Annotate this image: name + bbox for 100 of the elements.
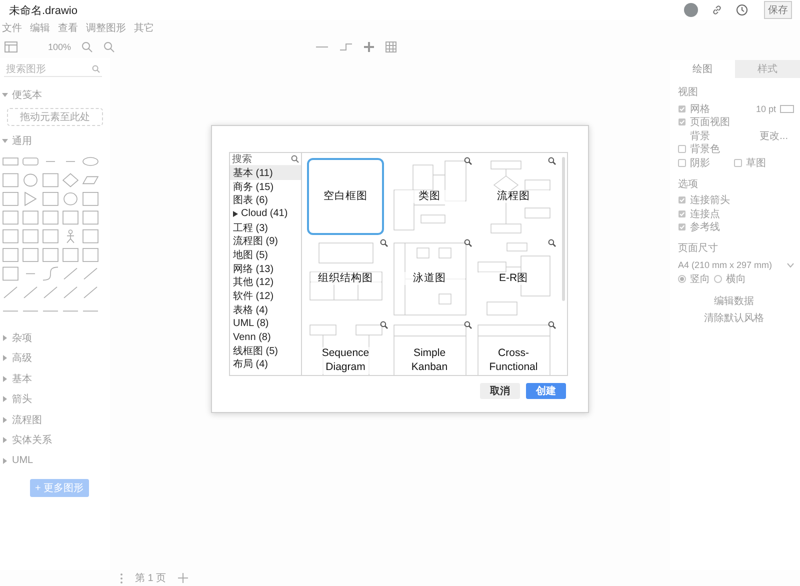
category-item[interactable]: 地图 (5) xyxy=(230,248,301,262)
option-label: 连接点 xyxy=(690,208,720,221)
option-label: 页面视图 xyxy=(690,116,730,130)
section-header[interactable]: 箭头 xyxy=(12,392,32,406)
page-tab[interactable]: 第 1 页 xyxy=(135,571,166,585)
panel-tab[interactable]: 样式 xyxy=(735,60,800,78)
template-card[interactable]: 组织结构图 xyxy=(307,240,384,317)
checkbox[interactable] xyxy=(678,223,686,232)
section-header[interactable]: 便笺本 xyxy=(12,88,42,102)
template-label: 类图 xyxy=(394,190,464,204)
create-button[interactable]: 创建 xyxy=(526,383,566,399)
option-label: 网格 xyxy=(690,102,710,116)
template-card[interactable]: 空白框图 xyxy=(307,158,384,235)
checkbox[interactable] xyxy=(678,196,686,204)
checkbox[interactable] xyxy=(734,158,742,167)
category-item[interactable]: 商务 (15) xyxy=(230,180,301,194)
save-button[interactable]: 保存 xyxy=(764,1,792,19)
category-item[interactable]: 其他 (12) xyxy=(230,276,301,290)
checkbox[interactable] xyxy=(678,104,686,113)
checkbox[interactable] xyxy=(678,145,686,154)
scrollbar[interactable] xyxy=(562,157,565,301)
zoom-out-icon[interactable] xyxy=(103,41,116,53)
section-header[interactable]: 杂项 xyxy=(12,330,32,345)
grid-color-swatch[interactable] xyxy=(780,104,794,113)
grid-size-field[interactable]: 10 pt xyxy=(756,104,776,114)
section-title: 视图 xyxy=(678,86,699,99)
template-card[interactable]: Simple Kanban xyxy=(391,322,468,375)
chevron-down-icon xyxy=(787,262,794,268)
section-header[interactable]: 通用 xyxy=(12,134,32,148)
zoom-icon[interactable] xyxy=(464,239,472,247)
checkbox[interactable] xyxy=(678,210,686,218)
category-item[interactable]: Venn (8) xyxy=(230,330,301,344)
link-icon[interactable] xyxy=(711,4,723,16)
radio-button[interactable] xyxy=(714,274,722,283)
template-card[interactable]: 泳道图 xyxy=(391,240,468,317)
menu-item[interactable]: 文件 xyxy=(2,21,22,35)
category-item[interactable]: 工程 (3) xyxy=(230,220,301,234)
template-card[interactable]: 类图 xyxy=(391,158,468,235)
zoom-icon[interactable] xyxy=(548,321,556,329)
checkbox[interactable] xyxy=(678,158,686,167)
category-item[interactable]: UML (8) xyxy=(230,316,301,330)
menu-item[interactable]: 其它 xyxy=(134,21,154,35)
option-label: 背景色 xyxy=(690,142,720,156)
history-icon[interactable] xyxy=(736,4,748,16)
panel-button[interactable]: 编辑数据 xyxy=(678,294,790,308)
plus-icon[interactable] xyxy=(363,41,376,53)
menu-item[interactable]: 调整图形 xyxy=(86,21,126,35)
radio-button[interactable] xyxy=(678,274,686,283)
menu-item[interactable]: 编辑 xyxy=(30,21,50,35)
template-label: 组织结构图 xyxy=(310,272,380,286)
category-item[interactable]: 布局 (4) xyxy=(230,358,301,372)
category-item[interactable]: 软件 (12) xyxy=(230,289,301,303)
search-icon xyxy=(291,155,299,163)
section-title: 选项 xyxy=(678,178,699,190)
avatar-icon[interactable] xyxy=(684,3,698,17)
category-item[interactable]: 图表 (6) xyxy=(230,193,301,208)
waypoint-icon[interactable] xyxy=(339,41,354,53)
option-label: 阴影 xyxy=(690,156,710,170)
category-item[interactable]: 表格 (4) xyxy=(230,302,301,317)
panel-toggle-icon[interactable] xyxy=(4,41,18,53)
section-header[interactable]: 高级 xyxy=(12,351,32,366)
caret-icon xyxy=(2,92,8,98)
zoom-icon[interactable] xyxy=(548,239,556,247)
zoom-icon[interactable] xyxy=(464,321,472,329)
template-card[interactable]: 流程图 xyxy=(475,158,552,235)
checkbox[interactable] xyxy=(678,118,686,126)
option-label: 参考线 xyxy=(690,220,720,234)
section-header[interactable]: 基本 xyxy=(12,372,32,386)
category-item[interactable]: 线框图 (5) xyxy=(230,344,301,358)
option-label: 横向 xyxy=(726,272,746,286)
category-item[interactable]: 流程图 (9) xyxy=(230,234,301,248)
zoom-icon[interactable] xyxy=(548,157,556,165)
change-button[interactable]: 更改... xyxy=(760,128,788,143)
search-field[interactable]: 搜索图形 xyxy=(6,64,92,74)
template-card[interactable]: Sequence Diagram xyxy=(307,322,384,375)
zoom-icon[interactable] xyxy=(380,321,388,329)
category-item[interactable]: 基本 (11) xyxy=(230,166,301,180)
template-card[interactable]: E-R图 xyxy=(475,240,552,317)
menu-item[interactable]: 查看 xyxy=(58,21,78,35)
section-header[interactable]: UML xyxy=(12,455,34,466)
table-icon[interactable] xyxy=(385,41,398,53)
category-item[interactable]: Cloud (41) xyxy=(230,207,301,221)
zoom-dropdown[interactable]: 100% xyxy=(48,42,72,52)
page-size-dropdown[interactable]: A4 (210 mm x 297 mm) xyxy=(678,258,794,272)
option-label: 竖向 xyxy=(690,272,710,286)
search-icon xyxy=(92,65,100,73)
more-icon[interactable] xyxy=(120,572,123,584)
section-header[interactable]: 实体关系 xyxy=(12,433,52,448)
cancel-button[interactable]: 取消 xyxy=(480,383,520,399)
shape-palette-drawing[interactable] xyxy=(2,157,99,312)
category-item[interactable]: 网络 (13) xyxy=(230,262,301,276)
option-label: 背景 xyxy=(690,130,710,143)
zoom-icon[interactable] xyxy=(380,239,388,247)
add-page-icon[interactable] xyxy=(178,573,188,583)
panel-button[interactable]: 清除默认风格 xyxy=(678,310,790,324)
option-label: 草图 xyxy=(746,156,766,170)
zoom-icon[interactable] xyxy=(464,157,472,165)
zoom-in-icon[interactable] xyxy=(81,41,94,53)
window-title: 未命名.drawio xyxy=(9,4,78,18)
section-header[interactable]: 流程图 xyxy=(12,412,42,427)
